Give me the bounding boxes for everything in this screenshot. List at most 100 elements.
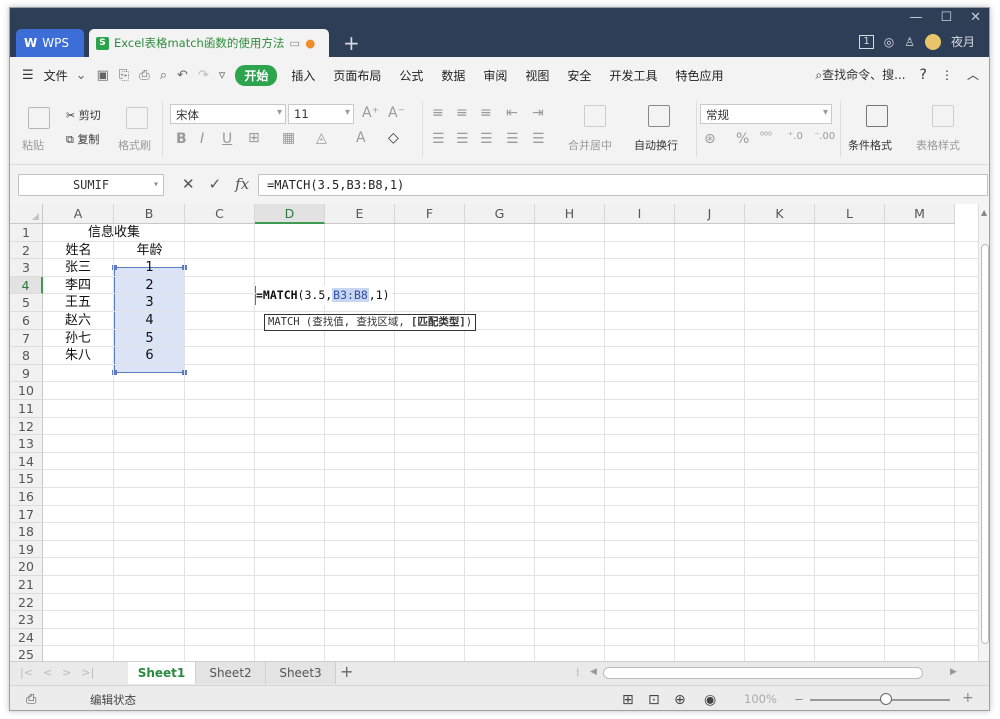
format-painter-icon[interactable] bbox=[126, 107, 148, 129]
conditional-format-button[interactable]: 条件格式 bbox=[848, 137, 892, 153]
row-header-5[interactable]: 5 bbox=[10, 294, 43, 312]
cell-age[interactable]: 5 bbox=[114, 330, 185, 348]
format-painter-button[interactable]: 格式刷 bbox=[118, 137, 151, 153]
tab-developer[interactable]: 开发工具 bbox=[609, 67, 657, 84]
cell-name[interactable]: 朱八 bbox=[65, 347, 114, 365]
tab-data[interactable]: 数据 bbox=[441, 67, 465, 84]
row-header-16[interactable]: 16 bbox=[10, 488, 43, 506]
row-header-10[interactable]: 10 bbox=[10, 382, 43, 400]
text-color-icon[interactable]: A bbox=[356, 130, 366, 146]
save-icon[interactable]: ▣ bbox=[97, 68, 109, 83]
table-style-button[interactable]: 表格样式 bbox=[916, 137, 960, 153]
column-header-l[interactable]: L bbox=[815, 204, 885, 224]
paste-icon[interactable] bbox=[28, 107, 50, 129]
column-header-m[interactable]: M bbox=[885, 204, 955, 224]
cell-name[interactable]: 张三 bbox=[65, 259, 114, 277]
table-style-icon[interactable] bbox=[932, 105, 954, 127]
decimal-increase-icon[interactable]: ⁺.0 bbox=[788, 131, 803, 142]
italic-icon[interactable]: I bbox=[200, 131, 204, 147]
border-icon[interactable]: ⊞ bbox=[248, 130, 260, 146]
font-shrink-icon[interactable]: A⁻ bbox=[388, 105, 405, 121]
tab-wps[interactable]: W WPS bbox=[16, 29, 84, 57]
row-header-12[interactable]: 12 bbox=[10, 417, 43, 436]
eye-protection-icon[interactable]: ◉ bbox=[704, 692, 716, 708]
column-header-d[interactable]: D bbox=[255, 204, 325, 224]
column-header-g[interactable]: G bbox=[465, 204, 535, 224]
skin-icon[interactable]: ◎ bbox=[884, 35, 894, 49]
print-icon[interactable]: ⎙ bbox=[139, 68, 149, 83]
chevron-down-icon[interactable]: ⌄ bbox=[76, 68, 87, 83]
tab-special[interactable]: 特色应用 bbox=[675, 67, 723, 84]
align-middle-icon[interactable]: ≡ bbox=[456, 105, 468, 121]
select-all-corner[interactable] bbox=[10, 204, 43, 224]
next-sheet-icon[interactable]: > bbox=[62, 666, 71, 679]
cell-header-name[interactable]: 姓名 bbox=[43, 242, 114, 260]
avatar[interactable] bbox=[924, 33, 941, 50]
horizontal-scrollbar[interactable] bbox=[603, 667, 923, 679]
normal-view-icon[interactable]: ⊞ bbox=[622, 692, 634, 708]
tab-security[interactable]: 安全 bbox=[567, 67, 591, 84]
column-header-j[interactable]: J bbox=[675, 204, 745, 224]
row-header-19[interactable]: 19 bbox=[10, 540, 43, 559]
row-header-1[interactable]: 1 bbox=[10, 224, 43, 242]
cell-age[interactable]: 2 bbox=[114, 277, 185, 295]
wrap-text-icon[interactable] bbox=[648, 105, 670, 127]
row-header-18[interactable]: 18 bbox=[10, 523, 43, 541]
scroll-left-icon[interactable]: ◀ bbox=[590, 667, 597, 677]
tab-formula[interactable]: 公式 bbox=[399, 67, 423, 84]
page-break-icon[interactable]: ⊕ bbox=[674, 692, 686, 708]
cell-name[interactable]: 李四 bbox=[65, 277, 114, 295]
shirt-icon[interactable]: ♙ bbox=[904, 35, 915, 49]
font-color-icon[interactable]: ◬ bbox=[316, 130, 327, 146]
row-header-20[interactable]: 20 bbox=[10, 558, 43, 576]
indent-increase-icon[interactable]: ⇥ bbox=[532, 105, 544, 121]
column-header-b[interactable]: B bbox=[114, 204, 185, 224]
cell-edit-formula[interactable]: =MATCH(3.5,B3:B8,1) bbox=[256, 286, 392, 305]
tab-page-layout[interactable]: 页面布局 bbox=[333, 67, 381, 84]
spreadsheet-grid[interactable]: =MATCH(3.5,B3:B8,1) MATCH (查找值, 查找区域, [匹… bbox=[10, 204, 978, 665]
zoom-out-icon[interactable]: − bbox=[794, 692, 804, 706]
font-grow-icon[interactable]: A⁺ bbox=[362, 105, 379, 121]
tab-view[interactable]: 视图 bbox=[525, 67, 549, 84]
column-header-a[interactable]: A bbox=[43, 204, 114, 224]
align-center-icon[interactable]: ☰ bbox=[456, 131, 469, 147]
page-layout-icon[interactable]: ⊡ bbox=[648, 692, 660, 708]
split-handle-icon[interactable]: ⁞ bbox=[576, 666, 580, 679]
row-header-21[interactable]: 21 bbox=[10, 576, 43, 594]
screen-icon[interactable]: ▭ bbox=[289, 36, 300, 50]
row-header-7[interactable]: 7 bbox=[10, 329, 43, 348]
column-header-i[interactable]: I bbox=[605, 204, 675, 224]
row-header-6[interactable]: 6 bbox=[10, 312, 43, 330]
cell-header-age[interactable]: 年龄 bbox=[114, 242, 185, 260]
maximize-icon[interactable]: ☐ bbox=[940, 10, 952, 25]
align-left-icon[interactable]: ☰ bbox=[432, 131, 445, 147]
cell-title[interactable]: 信息收集 bbox=[43, 224, 185, 242]
minimize-icon[interactable]: — bbox=[909, 10, 922, 25]
column-header-k[interactable]: K bbox=[745, 204, 815, 224]
zoom-in-icon[interactable]: + bbox=[962, 690, 974, 706]
underline-icon[interactable]: U bbox=[222, 131, 232, 147]
help-button[interactable]: ? bbox=[920, 67, 927, 83]
merge-icon[interactable] bbox=[584, 105, 606, 127]
collapse-ribbon-icon[interactable]: ︿ bbox=[967, 66, 979, 83]
function-icon[interactable]: fx bbox=[235, 175, 249, 193]
window-count-badge[interactable]: 1 bbox=[859, 34, 874, 49]
cell-age[interactable]: 3 bbox=[114, 294, 185, 312]
prev-sheet-icon[interactable]: < bbox=[43, 666, 52, 679]
row-header-23[interactable]: 23 bbox=[10, 611, 43, 629]
sheet-tab-3[interactable]: Sheet3 bbox=[266, 662, 336, 684]
confirm-icon[interactable]: ✓ bbox=[209, 175, 222, 193]
hamburger-icon[interactable]: ☰ bbox=[22, 68, 34, 83]
justify-icon[interactable]: ☰ bbox=[506, 131, 519, 147]
row-header-15[interactable]: 15 bbox=[10, 470, 43, 488]
row-header-9[interactable]: 9 bbox=[10, 364, 43, 383]
search-command[interactable]: ⌕查找命令、搜... bbox=[815, 66, 905, 83]
cell-age[interactable]: 6 bbox=[114, 347, 185, 365]
tab-start[interactable]: 开始 bbox=[235, 64, 278, 86]
row-header-2[interactable]: 2 bbox=[10, 241, 43, 260]
cut-button[interactable]: ✂ 剪切 bbox=[66, 107, 101, 123]
align-bottom-icon[interactable]: ≡ bbox=[480, 105, 492, 121]
undo-icon[interactable]: ↶ bbox=[177, 68, 188, 83]
name-box[interactable]: SUMIF bbox=[18, 174, 164, 196]
vertical-scroll-thumb[interactable] bbox=[981, 244, 989, 644]
